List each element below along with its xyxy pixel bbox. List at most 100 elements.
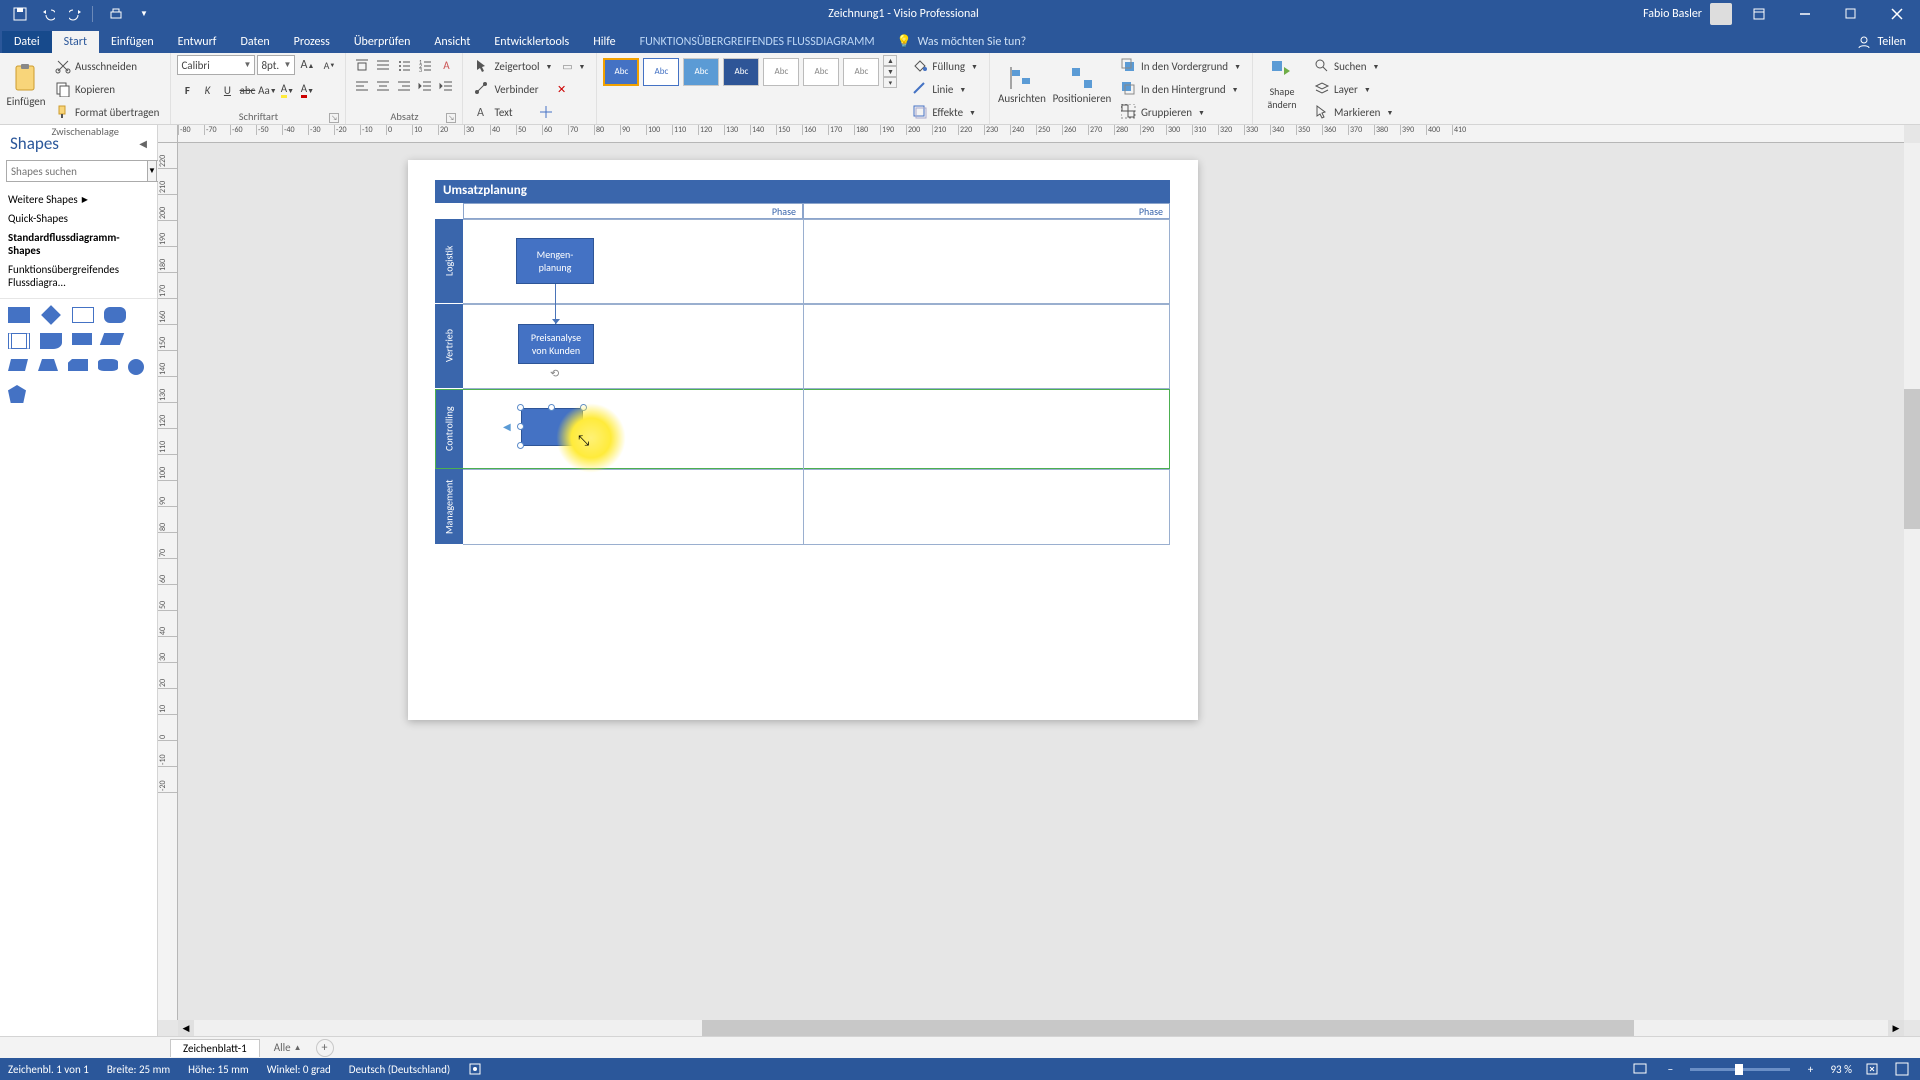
strike-button[interactable]: abc [237, 80, 257, 100]
clear-format-button[interactable]: A [436, 55, 456, 75]
align-top-button[interactable] [352, 55, 372, 75]
connector-tool-button[interactable]: Verbinder✕ [469, 78, 573, 100]
shape-data2[interactable] [100, 333, 124, 345]
font-size-combo[interactable]: 8pt.▼ [257, 55, 295, 75]
bullets-button[interactable] [394, 55, 414, 75]
tab-review[interactable]: Überprüfen [342, 31, 423, 53]
style-6[interactable]: Abc [803, 58, 839, 86]
scroll-v-thumb[interactable] [1904, 389, 1920, 529]
tab-process[interactable]: Prozess [282, 31, 342, 53]
pointer-tool-button[interactable]: Zeigertool▼▭▼ [469, 55, 590, 77]
line-button[interactable]: Linie▼ [907, 78, 983, 100]
phase-1-header[interactable]: Phase [463, 203, 803, 219]
lane-header-management[interactable]: Management [435, 469, 463, 545]
shape-preisanalyse[interactable]: Preisanalyse von Kunden [518, 324, 594, 364]
send-back-button[interactable]: In den Hintergrund▼ [1116, 78, 1246, 100]
font-name-combo[interactable]: Calibri▼ [177, 55, 255, 75]
connection-point-icon[interactable] [539, 105, 553, 119]
shape-predefined[interactable] [8, 333, 30, 349]
close-tool-icon[interactable]: ✕ [555, 83, 569, 96]
italic-button[interactable]: K [197, 80, 217, 100]
autoconnect-arrow-left[interactable]: ◀ [503, 420, 511, 433]
find-button[interactable]: Suchen▼ [1309, 55, 1398, 77]
scroll-right-arrow[interactable]: ▶ [1888, 1020, 1904, 1036]
sel-handle-n[interactable] [548, 404, 555, 411]
shape-terminator[interactable] [104, 307, 126, 323]
tab-insert[interactable]: Einfügen [99, 31, 166, 53]
font-dialog-launcher[interactable]: ↘ [329, 113, 339, 123]
zoom-out-button[interactable]: − [1660, 1059, 1680, 1079]
cff-stencil[interactable]: Funktionsübergreifendes Flussdiagra... [8, 260, 149, 292]
undo-icon[interactable] [36, 2, 60, 26]
fullscreen-button[interactable] [1892, 1059, 1912, 1079]
shape-subprocess[interactable] [72, 307, 94, 323]
grow-font-button[interactable]: A▲ [297, 55, 317, 75]
align-right-button[interactable] [394, 76, 414, 96]
canvas-area[interactable]: -80-70-60-50-40-30-20-100102030405060708… [158, 125, 1920, 1036]
ruler-horizontal[interactable]: -80-70-60-50-40-30-20-100102030405060708… [178, 125, 1904, 143]
change-shape-button[interactable]: Shape ändern [1259, 55, 1305, 115]
scroll-left-arrow[interactable]: ◀ [178, 1020, 194, 1036]
shape-mengenplanung[interactable]: Mengen- planung [516, 238, 594, 284]
share-button[interactable]: Teilen [1843, 31, 1920, 53]
tab-data[interactable]: Daten [228, 31, 281, 53]
swimlane-title[interactable]: Umsatzplanung [435, 180, 1170, 203]
print-icon[interactable] [104, 2, 128, 26]
sel-handle-ne[interactable] [580, 404, 587, 411]
align-left-button[interactable] [352, 76, 372, 96]
style-5[interactable]: Abc [763, 58, 799, 86]
copy-button[interactable]: Kopieren [50, 78, 164, 100]
zoom-in-button[interactable]: + [1800, 1059, 1820, 1079]
shape-card[interactable] [68, 359, 88, 371]
text-tool-button[interactable]: AText [469, 101, 557, 123]
shape-connector-onpage[interactable] [128, 359, 144, 375]
tab-help[interactable]: Hilfe [581, 31, 627, 53]
shape-process[interactable] [8, 307, 30, 323]
shrink-font-button[interactable]: A▼ [319, 55, 339, 75]
case-button[interactable]: Aa▼ [257, 80, 277, 100]
sheet-tab-1[interactable]: Zeichenblatt-1 [170, 1039, 260, 1057]
bold-button[interactable]: F [177, 80, 197, 100]
zoom-slider-thumb[interactable] [1735, 1064, 1743, 1075]
redo-icon[interactable] [64, 2, 88, 26]
tab-dev[interactable]: Entwicklertools [482, 31, 581, 53]
status-language[interactable]: Deutsch (Deutschland) [349, 1063, 450, 1076]
tab-view[interactable]: Ansicht [422, 31, 482, 53]
more-shapes-item[interactable]: Weitere Shapes▶ [8, 190, 149, 209]
std-flowchart-stencil[interactable]: Standardflussdiagramm-Shapes [8, 228, 149, 260]
style-1[interactable]: Abc [603, 58, 639, 86]
scrollbar-vertical[interactable] [1904, 143, 1920, 1020]
scrollbar-horizontal[interactable]: ◀ ▶ [178, 1020, 1904, 1036]
phase-2-header[interactable]: Phase [803, 203, 1170, 219]
shape-connector-offpage[interactable] [8, 385, 26, 403]
format-painter-button[interactable]: Format übertragen [50, 101, 164, 123]
maximize-button[interactable] [1832, 0, 1870, 28]
add-sheet-button[interactable]: + [316, 1039, 334, 1057]
rectangle-tool-icon[interactable]: ▭ [560, 60, 574, 73]
style-3[interactable]: Abc [683, 58, 719, 86]
bring-front-button[interactable]: In den Vordergrund▼ [1116, 55, 1246, 77]
highlight-button[interactable]: A▼ [277, 80, 297, 100]
style-7[interactable]: Abc [843, 58, 879, 86]
style-4[interactable]: Abc [723, 58, 759, 86]
shape-search-input[interactable] [6, 160, 148, 182]
scroll-h-thumb[interactable] [702, 1020, 1634, 1036]
sel-handle-nw[interactable] [517, 404, 524, 411]
lane-header-logistik[interactable]: Logistik [435, 219, 463, 304]
drawing-page[interactable]: Umsatzplanung Phase Phase Logistik Vertr… [408, 160, 1198, 720]
font-color-button[interactable]: A▼ [297, 80, 317, 100]
rotation-handle-icon[interactable]: ⟲ [550, 367, 559, 380]
save-icon[interactable] [8, 2, 32, 26]
minimize-button[interactable] [1786, 0, 1824, 28]
sel-handle-w[interactable] [517, 423, 524, 430]
user-avatar[interactable] [1710, 3, 1732, 25]
position-button[interactable]: Positionieren [1052, 55, 1112, 115]
autoconnect-arrow-right[interactable]: ▶ [600, 420, 608, 433]
align-center-button[interactable] [373, 76, 393, 96]
layer-button[interactable]: Layer▼ [1309, 78, 1398, 100]
effects-button[interactable]: Effekte▼ [907, 101, 983, 123]
sheet-tab-all[interactable]: Alle▲ [266, 1039, 310, 1056]
tab-start[interactable]: Start [52, 31, 99, 53]
style-2[interactable]: Abc [643, 58, 679, 86]
zoom-value[interactable]: 93 % [1830, 1063, 1852, 1076]
